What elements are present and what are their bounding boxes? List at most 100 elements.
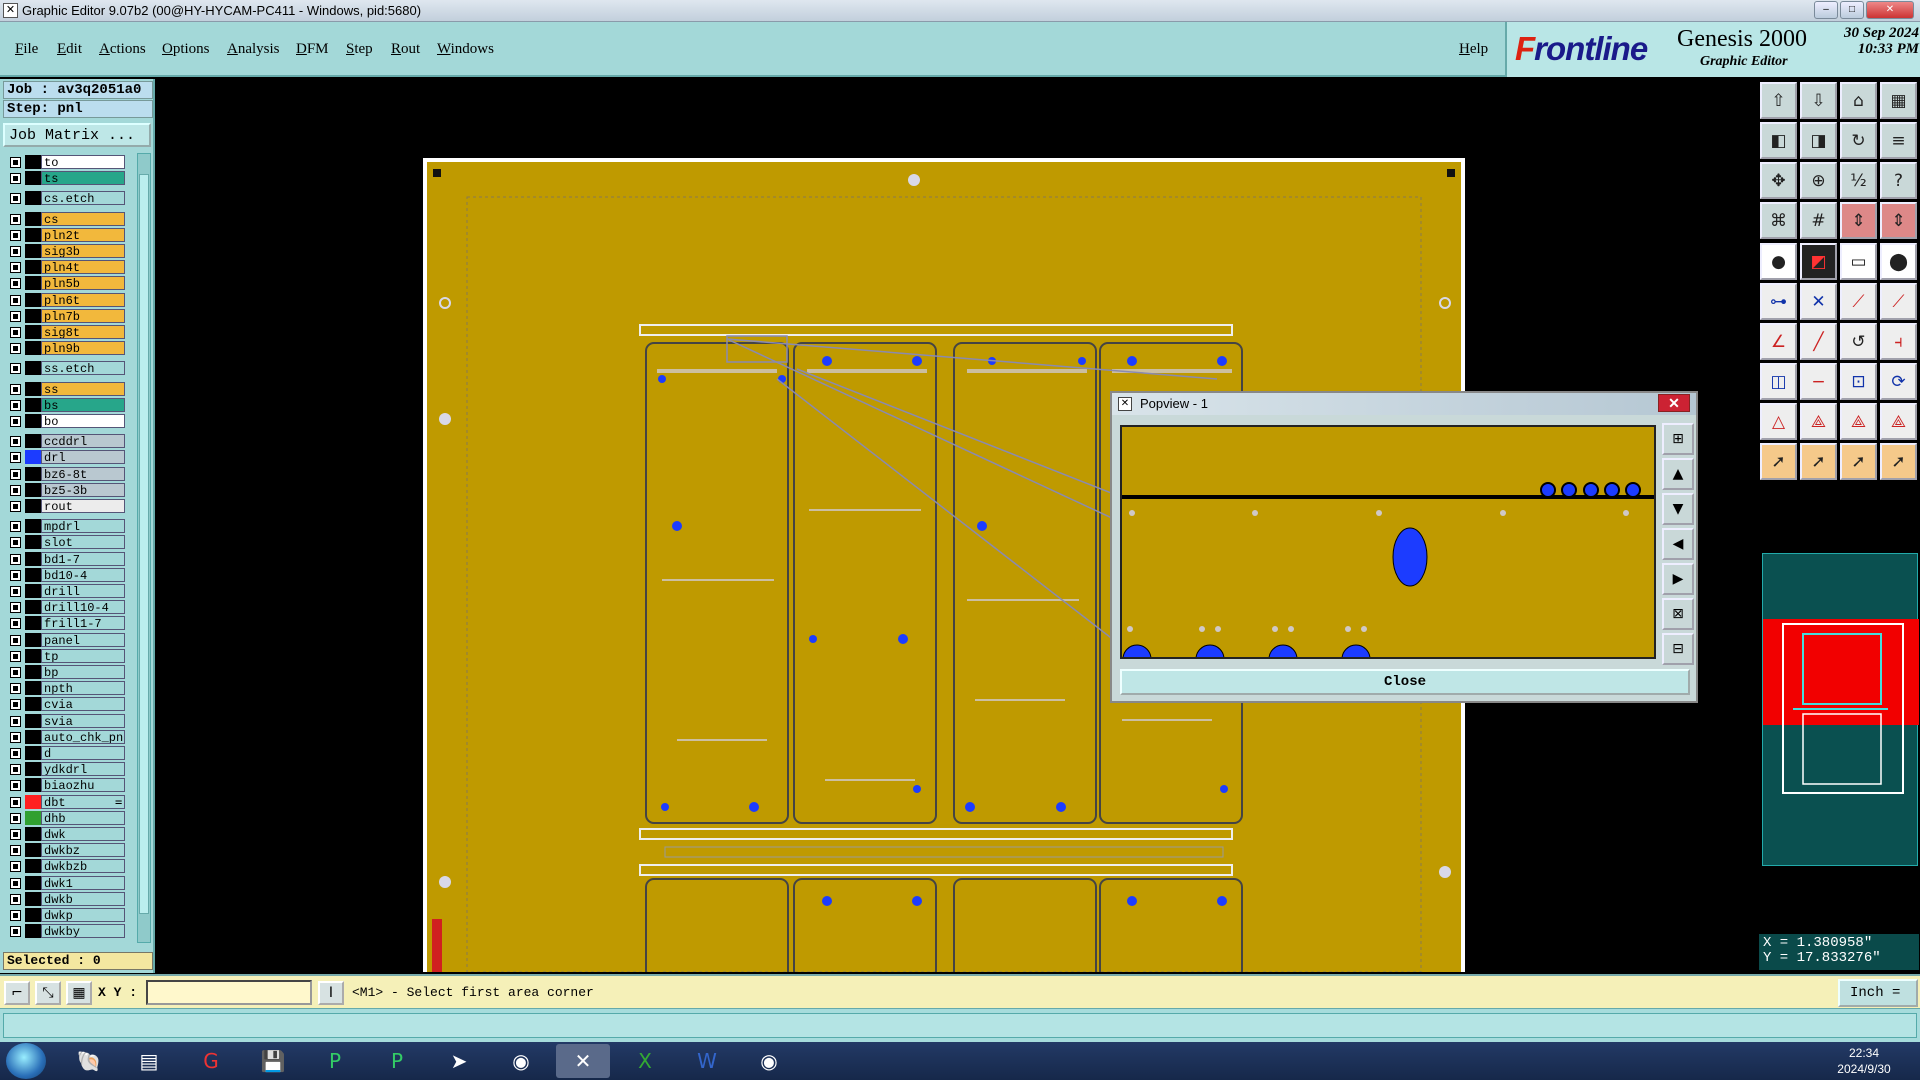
move-icon[interactable]: ◫ — [1760, 363, 1797, 400]
layer-name[interactable]: auto_chk_pn — [41, 729, 125, 744]
layer-row[interactable]: to — [3, 155, 131, 169]
minus-icon[interactable]: − — [1800, 363, 1837, 400]
snap-mode-icon[interactable]: ⌐ — [4, 981, 30, 1005]
layer-name[interactable]: dwkp — [41, 908, 125, 922]
layer-checkbox[interactable] — [10, 829, 21, 840]
pan-left-icon[interactable]: ◀ — [1662, 528, 1694, 560]
layer-row[interactable]: dwkb — [3, 891, 131, 906]
layer-row[interactable]: svia — [3, 713, 131, 728]
layer-checkbox[interactable] — [10, 553, 21, 565]
layer-row[interactable]: ts — [3, 171, 131, 186]
layer-checkbox[interactable] — [10, 229, 21, 241]
layer-name[interactable]: bo — [41, 414, 125, 428]
layer-name[interactable]: ts — [41, 171, 125, 186]
layer-row[interactable]: ydkdrl — [3, 762, 131, 777]
layer-name[interactable]: sig3b — [41, 244, 125, 258]
layer-name[interactable]: pln4t — [41, 260, 125, 275]
layer-row[interactable]: pln7b — [3, 308, 131, 323]
layer-name[interactable]: bz6-8t — [41, 466, 125, 481]
layer-checkbox[interactable] — [10, 193, 21, 205]
units-selector[interactable]: Inch = — [1838, 979, 1918, 1007]
menu-options[interactable]: Options — [162, 41, 210, 58]
angle-icon[interactable]: ∠ — [1760, 323, 1797, 360]
layer-checkbox[interactable] — [10, 586, 21, 597]
layer-name[interactable]: slot — [41, 535, 125, 550]
layer-name[interactable]: drill10-4 — [41, 600, 125, 615]
layer-checkbox[interactable] — [10, 521, 21, 533]
overview-map[interactable] — [1762, 553, 1919, 866]
layer-checkbox[interactable] — [10, 650, 21, 662]
triangle-icon[interactable]: △ — [1760, 403, 1797, 440]
layer-name[interactable]: ss.etch — [41, 361, 125, 376]
layer-row[interactable]: slot — [3, 535, 131, 550]
layer-name[interactable]: drl — [41, 450, 125, 465]
triangle2-icon[interactable]: ⟁ — [1800, 403, 1837, 440]
layer-checkbox[interactable] — [10, 327, 21, 338]
draw-mode-icon[interactable]: ⤡ — [35, 981, 61, 1005]
layer-row[interactable]: cvia — [3, 697, 131, 712]
layer-row[interactable]: cs.etch — [3, 191, 131, 206]
layer-checkbox[interactable] — [10, 173, 21, 185]
layer-name[interactable]: dbt — [41, 794, 125, 809]
layer-row[interactable]: bo — [3, 414, 131, 428]
arc-node-icon[interactable]: ⟋ — [1880, 283, 1917, 320]
genesis-taskbar-icon[interactable]: ✕ — [556, 1044, 610, 1078]
layer-checkbox[interactable] — [10, 213, 21, 225]
layer-checkbox[interactable] — [10, 416, 21, 427]
intersect-icon[interactable]: ✕ — [1800, 283, 1837, 320]
layer-row[interactable]: npth — [3, 681, 131, 696]
layer-row[interactable]: drl — [3, 450, 131, 465]
layer-row[interactable]: biaozhu — [3, 778, 131, 793]
pan-left-tool-icon[interactable]: ◧ — [1760, 122, 1797, 159]
layer-checkbox[interactable] — [10, 683, 21, 695]
layer-row[interactable]: pln5b — [3, 276, 131, 291]
layer-name[interactable]: cvia — [41, 697, 125, 712]
save-disk-icon[interactable]: 💾 — [246, 1044, 300, 1078]
layer-row[interactable]: pln2t — [3, 227, 131, 242]
layer-checkbox[interactable] — [10, 877, 21, 889]
copy-icon[interactable]: ⊡ — [1840, 363, 1877, 400]
layer-name[interactable]: bz5-3b — [41, 482, 125, 497]
layer-row[interactable]: dhb — [3, 810, 131, 825]
layer-checkbox[interactable] — [10, 715, 21, 727]
measure2-icon[interactable]: ⇕ — [1880, 202, 1917, 239]
layer-name[interactable]: dwkb — [41, 891, 125, 906]
arc-icon[interactable]: ↺ — [1840, 323, 1877, 360]
layer-checkbox[interactable] — [10, 926, 21, 938]
xy-input[interactable] — [146, 980, 312, 1005]
layer-name[interactable]: panel — [41, 632, 125, 647]
layer-checkbox[interactable] — [10, 157, 21, 168]
layer-row[interactable]: sig8t — [3, 325, 131, 339]
layer-name[interactable]: ss — [41, 381, 125, 396]
select-box-icon[interactable]: ➚ — [1800, 443, 1837, 480]
surface-icon[interactable]: ◩ — [1800, 243, 1837, 280]
layer-name[interactable]: ydkdrl — [41, 762, 125, 777]
layer-name[interactable]: dwkbzb — [41, 859, 125, 874]
layer-name[interactable]: sig8t — [41, 325, 125, 339]
layer-name[interactable]: pln7b — [41, 308, 125, 323]
rotate-icon[interactable]: ⟳ — [1880, 363, 1917, 400]
menu-rout[interactable]: Rout — [391, 41, 420, 58]
layer-checkbox[interactable] — [10, 501, 21, 512]
zoom-extents-icon[interactable]: ✥ — [1760, 162, 1797, 199]
app-s-icon[interactable]: ➤ — [432, 1044, 486, 1078]
layer-checkbox[interactable] — [10, 910, 21, 921]
layer-name[interactable]: bd10-4 — [41, 567, 125, 582]
line-icon[interactable]: ╱ — [1800, 323, 1837, 360]
layer-row[interactable]: tp — [3, 648, 131, 663]
triangle3-icon[interactable]: ⟁ — [1840, 403, 1877, 440]
layer-checkbox[interactable] — [10, 363, 21, 375]
layer-checkbox[interactable] — [10, 436, 21, 448]
layer-row[interactable]: sig3b — [3, 244, 131, 258]
app-eye2-icon[interactable]: ◉ — [742, 1044, 796, 1078]
layer-checkbox[interactable] — [10, 748, 21, 759]
layer-checkbox[interactable] — [10, 861, 21, 873]
maximize-button[interactable]: □ — [1840, 1, 1864, 19]
popview-close-button[interactable]: Close — [1120, 669, 1690, 695]
grid-mode-icon[interactable]: ▦ — [66, 981, 92, 1005]
menu-analysis[interactable]: Analysis — [227, 41, 280, 58]
popview-canvas[interactable] — [1120, 425, 1656, 659]
layer-row[interactable]: dbt = — [3, 794, 131, 809]
layer-row[interactable]: dwk1 — [3, 875, 131, 890]
layer-checkbox[interactable] — [10, 452, 21, 464]
